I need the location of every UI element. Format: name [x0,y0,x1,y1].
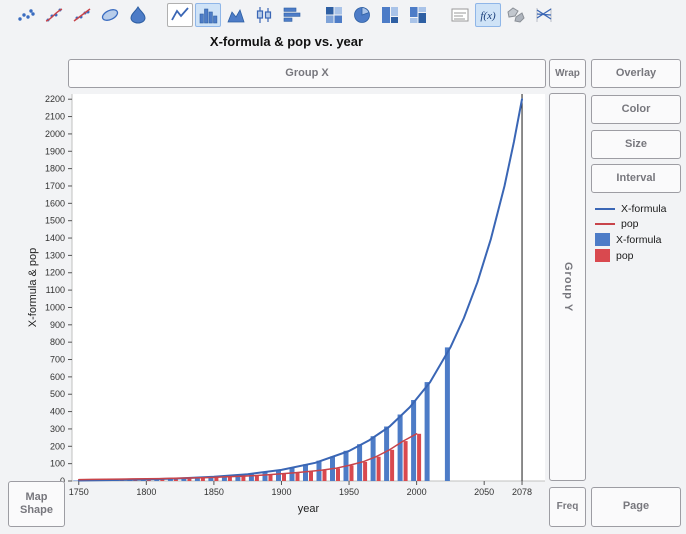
svg-text:800: 800 [50,337,65,347]
line-swatch [595,208,615,210]
group-x-label: Group X [285,67,328,80]
legend-item-line-pop[interactable]: pop [595,218,683,230]
svg-text:1300: 1300 [45,250,65,260]
svg-text:1200: 1200 [45,268,65,278]
svg-text:1950: 1950 [339,487,359,497]
heatmap-element-button[interactable] [321,3,347,27]
svg-text:2000: 2000 [407,487,427,497]
legend-item-line-X-formula[interactable]: X-formula [595,203,683,215]
svg-text:700: 700 [50,355,65,365]
svg-text:300: 300 [50,424,65,434]
wrap-drop-zone[interactable]: Wrap [549,59,586,88]
mosaic-element-button[interactable] [405,3,431,27]
bar-swatch [595,249,610,262]
chart-title: X-formula & pop vs. year [24,34,549,49]
svg-text:2000: 2000 [45,129,65,139]
svg-text:1700: 1700 [45,181,65,191]
line-element-button[interactable] [167,3,193,27]
svg-text:2200: 2200 [45,94,65,104]
legend-item-bar-X-formula[interactable]: X-formula [595,233,683,246]
line-swatch [595,223,615,225]
map-shape-drop-zone[interactable]: Map Shape [8,481,65,527]
box-plot-element-button[interactable] [251,3,277,27]
bar-element-button[interactable] [195,3,221,27]
svg-text:400: 400 [50,407,65,417]
map-shape-label: Map Shape [11,491,62,517]
svg-text:1800: 1800 [45,164,65,174]
smoother-element-button[interactable] [41,3,67,27]
points-element-button[interactable] [13,3,39,27]
interval-label: Interval [616,172,655,185]
svg-text:2078: 2078 [512,487,532,497]
svg-text:2050: 2050 [474,487,494,497]
size-label: Size [625,138,647,151]
contour-element-button[interactable] [125,3,151,27]
group-y-drop-zone[interactable]: Group Y [549,93,586,481]
wrap-label: Wrap [555,68,580,80]
plot-area[interactable]: 0100200300400500600700800900100011001200… [24,90,549,522]
legend-item-bar-pop[interactable]: pop [595,249,683,262]
size-drop-zone[interactable]: Size [591,130,681,159]
page-label: Page [623,500,649,513]
formula-element-button[interactable]: f(x) [475,3,501,27]
svg-text:1100: 1100 [46,285,65,295]
svg-text:200: 200 [50,441,65,451]
svg-text:900: 900 [50,320,65,330]
group-y-label: Group Y [561,262,574,312]
svg-text:X-formula & pop: X-formula & pop [27,248,39,327]
bar-swatch [595,233,610,246]
svg-text:100: 100 [50,459,65,469]
parallel-element-button[interactable] [531,3,557,27]
interval-drop-zone[interactable]: Interval [591,164,681,193]
pie-element-button[interactable] [349,3,375,27]
svg-text:1600: 1600 [45,198,65,208]
element-palette: f(x) [12,3,558,27]
line-of-fit-element-button[interactable] [69,3,95,27]
area-element-button[interactable] [223,3,249,27]
svg-text:600: 600 [50,372,65,382]
freq-label: Freq [557,501,579,513]
overlay-drop-zone[interactable]: Overlay [591,59,681,88]
svg-text:1850: 1850 [204,487,224,497]
svg-text:1750: 1750 [69,487,89,497]
group-x-drop-zone[interactable]: Group X [68,59,546,88]
color-drop-zone[interactable]: Color [591,95,681,124]
caption-box-element-button[interactable] [447,3,473,27]
svg-text:500: 500 [50,389,65,399]
svg-text:1500: 1500 [45,216,65,226]
overlay-label: Overlay [616,67,656,80]
page-drop-zone[interactable]: Page [591,487,681,527]
svg-text:1000: 1000 [45,302,65,312]
legend-label: X-formula [616,234,662,246]
legend-label: pop [616,250,634,262]
map-shapes-element-button[interactable] [503,3,529,27]
treemap-element-button[interactable] [377,3,403,27]
ellipse-element-button[interactable] [97,3,123,27]
svg-text:1400: 1400 [45,233,65,243]
svg-text:1900: 1900 [45,146,65,156]
svg-text:2100: 2100 [45,112,65,122]
svg-text:year: year [298,503,320,515]
svg-text:f(x): f(x) [480,10,496,22]
svg-text:1800: 1800 [136,487,156,497]
legend-label: pop [621,218,639,230]
freq-drop-zone[interactable]: Freq [549,487,586,527]
color-label: Color [622,103,651,116]
histogram-element-button[interactable] [279,3,305,27]
legend-label: X-formula [621,203,667,215]
legend: X-formula pop X-formula pop [595,200,683,265]
svg-text:1900: 1900 [271,487,291,497]
